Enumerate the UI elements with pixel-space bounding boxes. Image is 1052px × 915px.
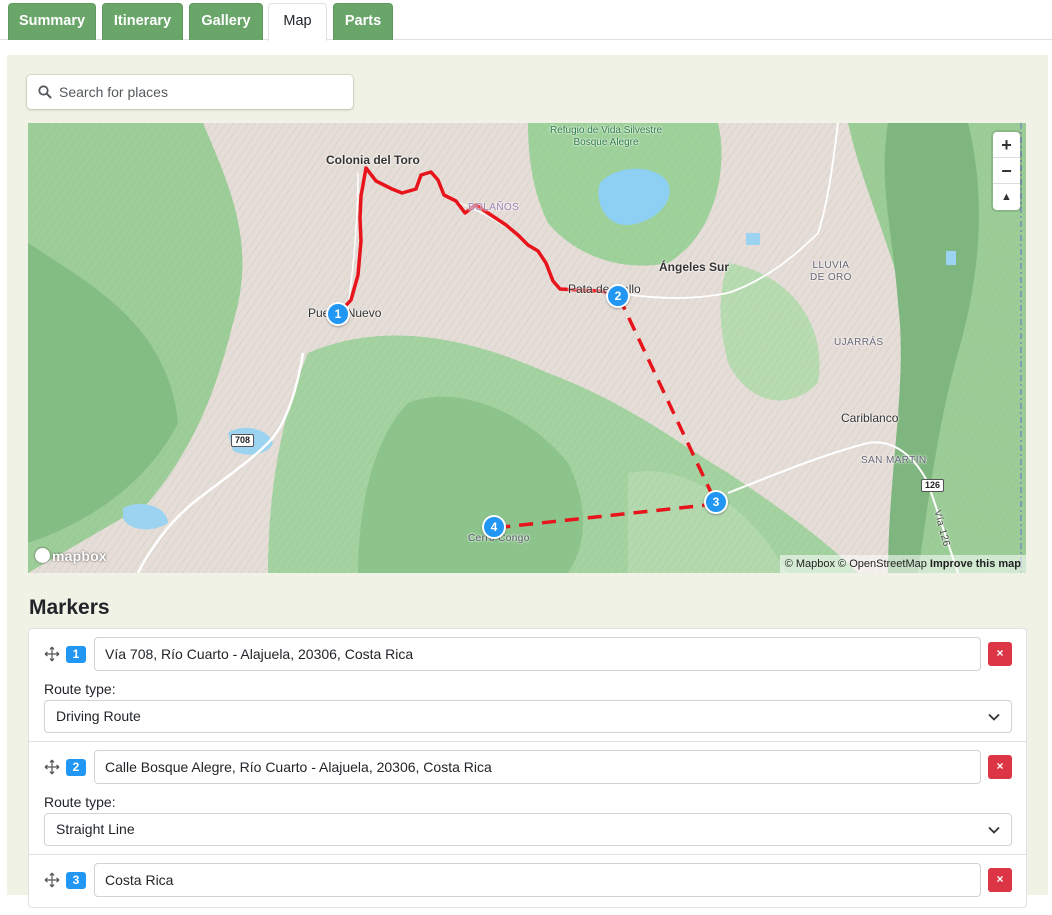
park-label: Refugio de Vida Silvestre Bosque Alegre	[550, 125, 663, 148]
zoom-controls: + − ▲	[993, 132, 1020, 210]
map-terrain	[28, 123, 1026, 573]
marker-item: 3 ×	[29, 855, 1026, 915]
map-marker[interactable]: 1	[326, 302, 350, 326]
zoom-in-button[interactable]: +	[993, 132, 1020, 158]
markers-heading: Markers	[29, 596, 110, 619]
marker-number-badge: 2	[66, 759, 86, 776]
place-label: BOLAÑOS	[468, 202, 520, 213]
marker-number-badge: 1	[66, 646, 86, 663]
tab-itinerary[interactable]: Itinerary	[102, 3, 183, 40]
mapbox-logo-text: mapbox	[52, 548, 107, 564]
tab-summary[interactable]: Summary	[8, 3, 96, 40]
tab-map[interactable]: Map	[268, 3, 327, 41]
place-label: UJARRÁS	[834, 337, 884, 348]
attribution-text[interactable]: © Mapbox © OpenStreetMap	[785, 558, 927, 570]
route-type-select[interactable]: Straight Line	[44, 813, 1012, 846]
route-map[interactable]: Colonia del Toro Refugio de Vida Silvest…	[28, 123, 1026, 573]
chevron-down-icon	[988, 826, 1000, 834]
zoom-out-button[interactable]: −	[993, 158, 1020, 184]
route-type-value: Straight Line	[56, 821, 135, 837]
route-type-label: Route type:	[44, 794, 116, 810]
route-shield: 126	[921, 479, 945, 492]
marker-item: 1 × Route type: Driving Route	[29, 629, 1026, 742]
place-label: SAN MARTÍN	[861, 455, 927, 466]
delete-marker-button[interactable]: ×	[988, 755, 1012, 779]
tab-gallery[interactable]: Gallery	[189, 3, 263, 40]
search-icon	[38, 85, 52, 99]
move-icon[interactable]	[44, 759, 60, 775]
address-input[interactable]	[94, 863, 981, 897]
chevron-down-icon	[988, 713, 1000, 721]
marker-item: 2 × Route type: Straight Line	[29, 742, 1026, 855]
place-label: Cariblanco	[841, 411, 899, 425]
route-type-value: Driving Route	[56, 708, 141, 724]
marker-number-badge: 3	[66, 872, 86, 889]
route-shield: 708	[231, 434, 255, 447]
search-input[interactable]	[59, 75, 349, 109]
address-input[interactable]	[94, 637, 981, 671]
route-type-label: Route type:	[44, 681, 116, 697]
route-type-select[interactable]: Driving Route	[44, 700, 1012, 733]
markers-list: 1 × Route type: Driving Route 2 × Route …	[28, 628, 1027, 908]
mapbox-logo[interactable]: mapbox	[35, 548, 107, 566]
improve-map-link[interactable]: Improve this map	[930, 558, 1021, 570]
place-label: LLUVIA DE ORO	[810, 260, 852, 283]
place-label: Colonia del Toro	[326, 153, 420, 167]
tab-parts[interactable]: Parts	[333, 3, 393, 40]
map-marker[interactable]: 3	[704, 490, 728, 514]
delete-marker-button[interactable]: ×	[988, 642, 1012, 666]
map-marker[interactable]: 2	[606, 284, 630, 308]
map-tab-panel: Colonia del Toro Refugio de Vida Silvest…	[7, 55, 1048, 908]
address-input[interactable]	[94, 750, 981, 784]
delete-marker-button[interactable]: ×	[988, 868, 1012, 892]
map-marker[interactable]: 4	[482, 515, 506, 539]
place-label: Ángeles Sur	[659, 260, 730, 274]
move-icon[interactable]	[44, 646, 60, 662]
move-icon[interactable]	[44, 872, 60, 888]
place-search[interactable]	[27, 75, 353, 109]
tab-bar: Summary Itinerary Gallery Map Parts	[0, 0, 1052, 41]
map-attribution: © Mapbox © OpenStreetMap Improve this ma…	[779, 555, 1026, 573]
compass-button[interactable]: ▲	[993, 184, 1020, 210]
mapbox-logo-icon	[35, 548, 50, 563]
